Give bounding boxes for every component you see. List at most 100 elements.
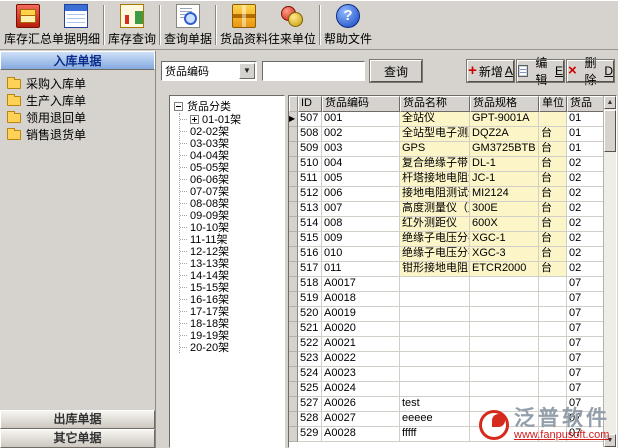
table-row[interactable]: 521 A0020 07 <box>289 322 603 337</box>
record-selector[interactable] <box>289 127 298 142</box>
sidebar-item[interactable]: 生产入库单 <box>0 92 155 109</box>
table-row[interactable]: 514 008 红外测距仪 600X 台 02 <box>289 217 603 232</box>
table-row[interactable]: 513 007 高度测量仪（声 300E 台 02 <box>289 202 603 217</box>
action-button[interactable]: 新增 A <box>467 60 514 82</box>
scrollbar-thumb[interactable] <box>604 110 616 152</box>
table-row[interactable]: 523 A0022 07 <box>289 352 603 367</box>
record-selector[interactable] <box>289 232 298 247</box>
toolbar-button[interactable]: 帮助文件 <box>324 2 372 48</box>
cell-category: 02 <box>567 247 603 262</box>
table-row[interactable]: 518 A0017 07 <box>289 277 603 292</box>
table-row[interactable]: 512 006 接地电阻测试仪 MI2124 台 02 <box>289 187 603 202</box>
collapse-icon[interactable] <box>174 102 183 111</box>
table-row[interactable]: 516 010 绝缘子电压分布测 XGC-3 台 02 <box>289 247 603 262</box>
cell-code: A0023 <box>322 367 400 382</box>
table-row[interactable]: 525 A0024 07 <box>289 382 603 397</box>
record-selector[interactable] <box>289 262 298 277</box>
column-header-spec[interactable]: 货品规格 <box>470 96 539 112</box>
table-row[interactable]: 509 003 GPS GM3725BTB 台 01 <box>289 142 603 157</box>
record-selector[interactable] <box>289 247 298 262</box>
action-button[interactable]: 删除 D <box>567 60 614 82</box>
sidebar-group-button[interactable]: 其它单据 <box>0 429 155 448</box>
field-dropdown[interactable]: 货品编码 ▼ <box>161 61 257 81</box>
table-row[interactable]: 520 A0019 07 <box>289 307 603 322</box>
cell-unit <box>539 322 567 337</box>
grid-content: ID 货品编码 货品名称 货品规格 单位 货品 507 001 全站仪 <box>289 96 603 447</box>
sidebar-item[interactable]: 销售退货单 <box>0 126 155 143</box>
cell-code: A0022 <box>322 352 400 367</box>
cell-name: 杆塔接地电阻测试 <box>400 172 470 187</box>
vertical-scrollbar[interactable]: ▲ ▼ <box>603 96 616 447</box>
toolbar-button[interactable]: 库存查询 <box>108 2 156 48</box>
watermark-url: www.fanpusoft.com <box>514 430 610 442</box>
table-row[interactable]: 524 A0023 07 <box>289 367 603 382</box>
search-input[interactable] <box>262 61 365 81</box>
sidebar-item[interactable]: 采购入库单 <box>0 75 155 92</box>
toolbar-group: 库存查询 <box>100 2 156 48</box>
record-selector[interactable] <box>289 397 298 412</box>
toolbar-button-label: 查询单据 <box>164 30 212 47</box>
cell-category: 07 <box>567 382 603 397</box>
sidebar-group-button[interactable]: 出库单据 <box>0 410 155 429</box>
table-row[interactable]: 515 009 绝缘子电压分布测 XGC-1 台 02 <box>289 232 603 247</box>
record-selector[interactable] <box>289 337 298 352</box>
tree-connector <box>180 335 187 336</box>
action-button[interactable]: 编辑 E <box>517 60 564 82</box>
record-selector[interactable] <box>289 202 298 217</box>
cell-spec <box>470 367 539 382</box>
record-selector[interactable] <box>289 277 298 292</box>
folder-icon <box>7 79 21 89</box>
toolbar-button[interactable]: 单据明细 <box>52 2 100 48</box>
cell-id: 520 <box>298 307 322 322</box>
record-selector[interactable] <box>289 427 298 442</box>
tree-item[interactable]: 20-20架 <box>180 341 284 353</box>
column-header-unit[interactable]: 单位 <box>539 96 567 112</box>
record-selector[interactable] <box>289 322 298 337</box>
expand-icon[interactable] <box>190 115 199 124</box>
toolbar-button[interactable]: 货品资料 <box>220 2 268 48</box>
chevron-down-icon[interactable]: ▼ <box>239 63 255 79</box>
toolbar-button[interactable]: 库存汇总 <box>4 2 52 48</box>
cell-code: A0020 <box>322 322 400 337</box>
sidebar-item[interactable]: 领用退回单 <box>0 109 155 126</box>
query-button[interactable]: 查询 <box>370 60 422 82</box>
toolbar-button[interactable]: 往来单位 <box>268 2 316 48</box>
cell-id: 522 <box>298 337 322 352</box>
record-selector[interactable] <box>289 142 298 157</box>
cell-spec <box>470 352 539 367</box>
cell-name: 红外测距仪 <box>400 217 470 232</box>
record-selector[interactable] <box>289 352 298 367</box>
record-selector[interactable] <box>289 382 298 397</box>
sidebar-group-inbound[interactable]: 入库单据 <box>0 51 155 70</box>
table-row[interactable]: 519 A0018 07 <box>289 292 603 307</box>
record-selector[interactable] <box>289 292 298 307</box>
record-selector[interactable] <box>289 367 298 382</box>
record-selector[interactable] <box>289 157 298 172</box>
column-header-name[interactable]: 货品名称 <box>400 96 470 112</box>
table-row[interactable]: 510 004 复合绝缘子带电测 DL-1 台 02 <box>289 157 603 172</box>
column-header-category[interactable]: 货品 <box>567 96 603 112</box>
cell-category: 02 <box>567 172 603 187</box>
record-selector[interactable] <box>289 187 298 202</box>
record-selector[interactable] <box>289 172 298 187</box>
cell-name <box>400 307 470 322</box>
table-row[interactable]: 522 A0021 07 <box>289 337 603 352</box>
toolbar-separator <box>103 5 105 45</box>
record-selector[interactable] <box>289 307 298 322</box>
toolbar-button[interactable]: 查询单据 <box>164 2 212 48</box>
cell-name <box>400 292 470 307</box>
column-header-code[interactable]: 货品编码 <box>322 96 400 112</box>
cell-code: 004 <box>322 157 400 172</box>
table-row[interactable]: 511 005 杆塔接地电阻测试 JC-1 台 02 <box>289 172 603 187</box>
table-row[interactable]: 508 002 全站型电子测距仪 DQZ2A 台 01 <box>289 127 603 142</box>
cell-category: 07 <box>567 337 603 352</box>
record-selector[interactable] <box>289 217 298 232</box>
tree-item[interactable]: 01-01架 <box>180 113 284 125</box>
table-row[interactable]: 507 001 全站仪 GPT-9001A 01 <box>289 112 603 127</box>
record-selector[interactable] <box>289 412 298 427</box>
record-selector[interactable] <box>289 112 298 127</box>
toolbar-button-label: 库存汇总 <box>4 30 52 47</box>
table-row[interactable]: 517 011 钳形接地电阻阻值 ETCR2000 台 02 <box>289 262 603 277</box>
column-header-id[interactable]: ID <box>298 96 322 112</box>
scroll-up-button[interactable]: ▲ <box>604 96 616 109</box>
